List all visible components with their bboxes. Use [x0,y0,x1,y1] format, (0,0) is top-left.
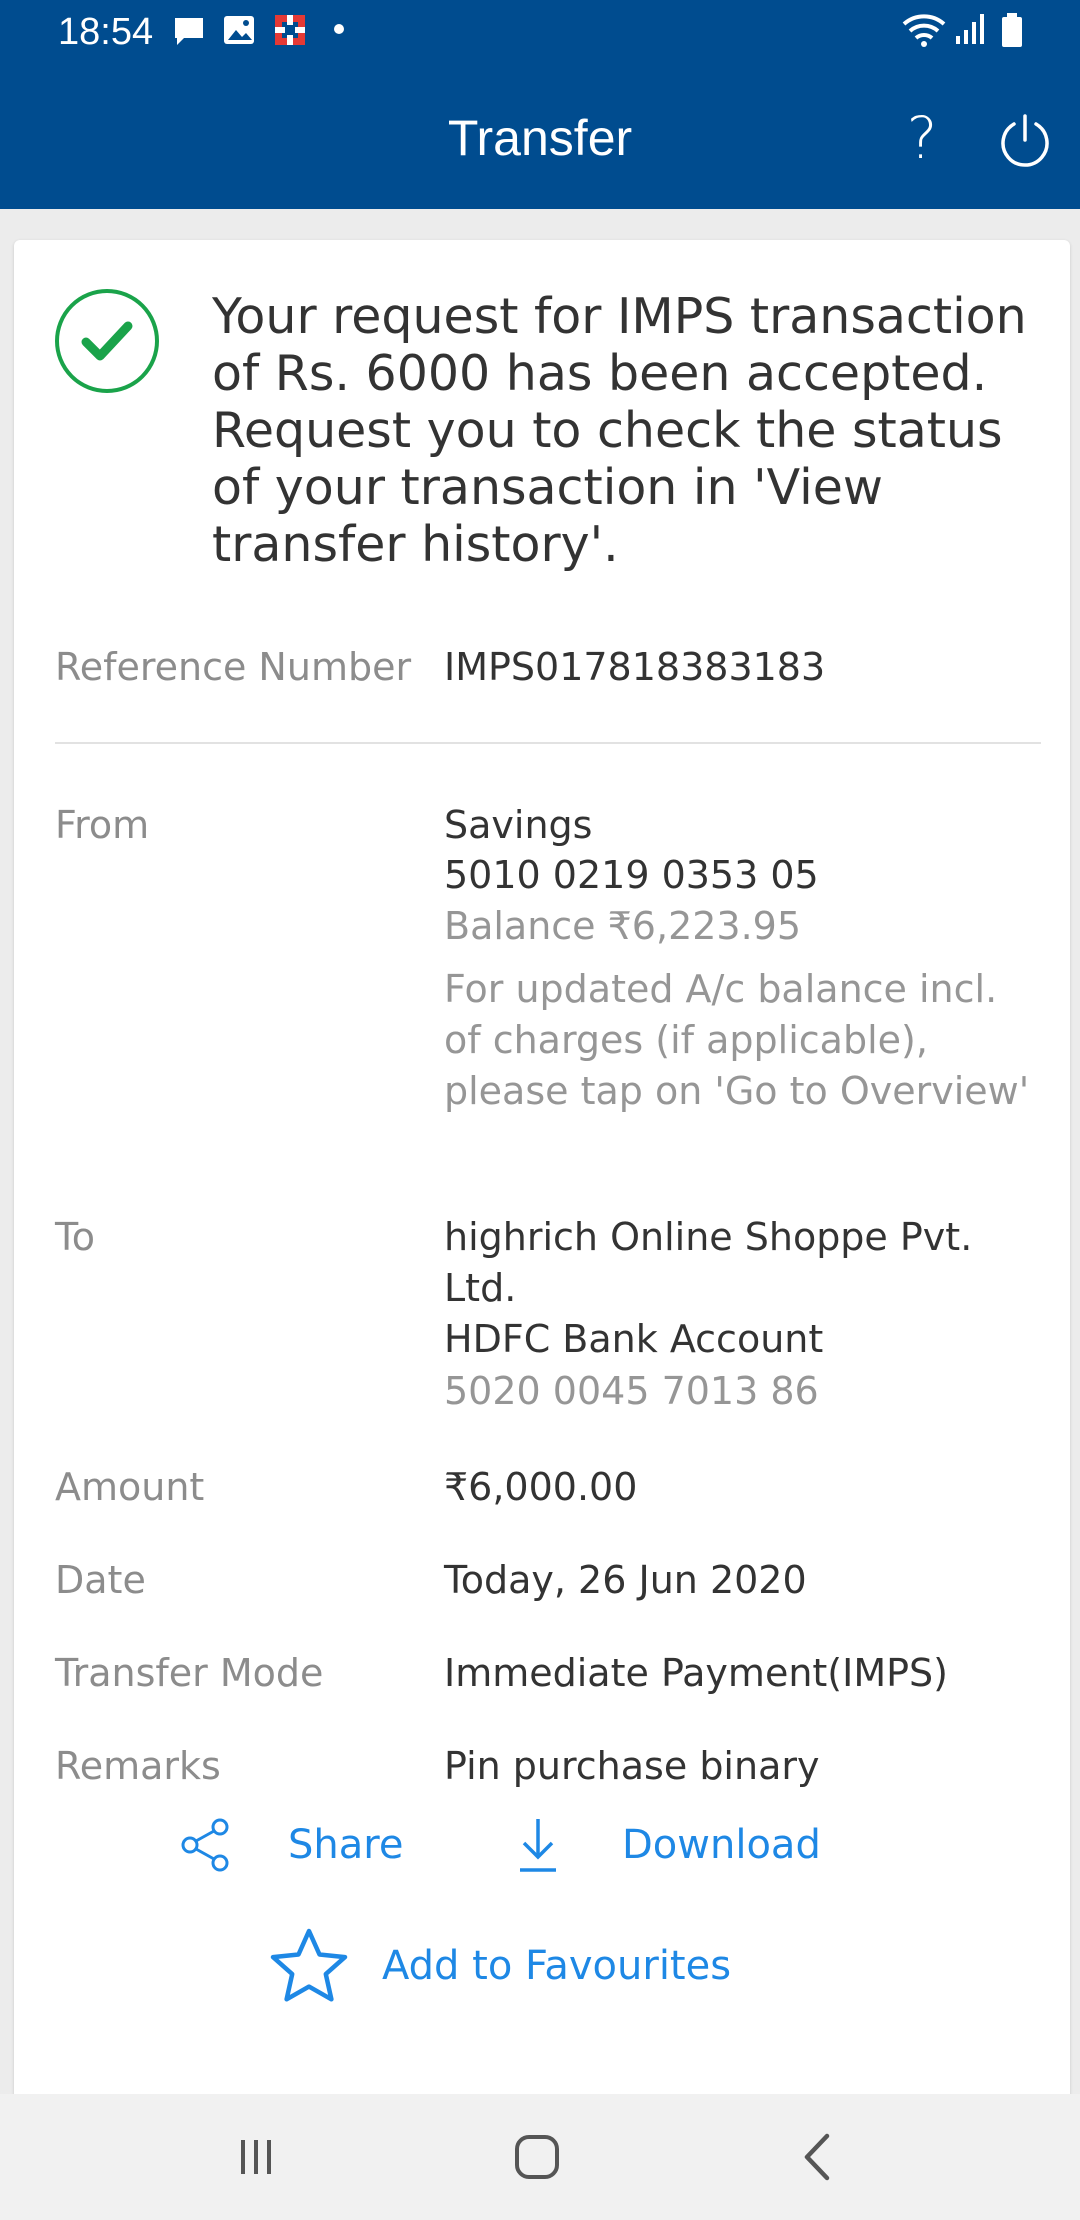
from-label: From [55,803,150,847]
logout-power-icon[interactable] [996,112,1054,170]
confirmation-message: Your request for IMPS transaction of Rs.… [212,288,1027,573]
recent-apps-icon[interactable] [221,2122,291,2192]
from-account-type: Savings [444,803,593,847]
status-bar: 18:54 [0,0,1080,64]
add-to-favourites-button[interactable]: Add to Favourites [268,1924,731,2008]
transfer-mode-label: Transfer Mode [55,1651,324,1695]
reference-number-label: Reference Number [55,645,412,689]
star-icon [270,1928,348,2002]
chat-icon [175,18,203,45]
download-button[interactable]: Download [514,1810,821,1880]
payee-account-number: 5020 0045 7013 86 [444,1369,819,1413]
from-balance: Balance ₹6,223.95 [444,904,802,948]
battery-icon [1002,13,1022,47]
image-icon [224,16,254,44]
success-check-icon [55,289,159,393]
dot-icon [334,24,344,34]
back-icon[interactable] [783,2122,853,2192]
home-icon[interactable] [502,2122,572,2192]
share-button[interactable]: Share [180,1810,403,1880]
share-icon [181,1818,229,1872]
remarks-label: Remarks [55,1744,221,1788]
app-header: 18:54 Transfer ? [0,0,1080,209]
download-icon [520,1819,556,1872]
to-label: To [55,1215,96,1259]
balance-note: For updated A/c balance incl. of charges… [444,967,1030,1113]
signal-icon [956,14,984,44]
share-label: Share [288,1822,404,1868]
date-label: Date [55,1558,146,1602]
help-button[interactable]: ? [890,102,954,174]
divider [55,742,1041,744]
favourites-label: Add to Favourites [382,1943,732,1989]
reference-number-value: IMPS017818383183 [444,645,826,689]
download-label: Download [622,1822,821,1868]
title-bar: Transfer ? [0,64,1080,209]
amount-label: Amount [55,1465,205,1509]
hdfc-logo-icon [275,15,305,45]
system-nav-bar [0,2094,1080,2220]
from-account-number: 5010 0219 0353 05 [444,853,819,897]
status-time: 18:54 [58,11,154,53]
amount-value: ₹6,000.00 [444,1465,638,1509]
payee-name: highrich Online Shoppe Pvt. Ltd. [444,1215,973,1310]
transfer-confirmation-card: Your request for IMPS transaction of Rs.… [14,240,1070,2100]
date-value: Today, 26 Jun 2020 [444,1558,807,1602]
payee-bank: HDFC Bank Account [444,1317,824,1361]
remarks-value: Pin purchase binary [444,1744,820,1788]
transfer-mode-value: Immediate Payment(IMPS) [444,1651,948,1695]
wifi-icon [902,14,946,47]
